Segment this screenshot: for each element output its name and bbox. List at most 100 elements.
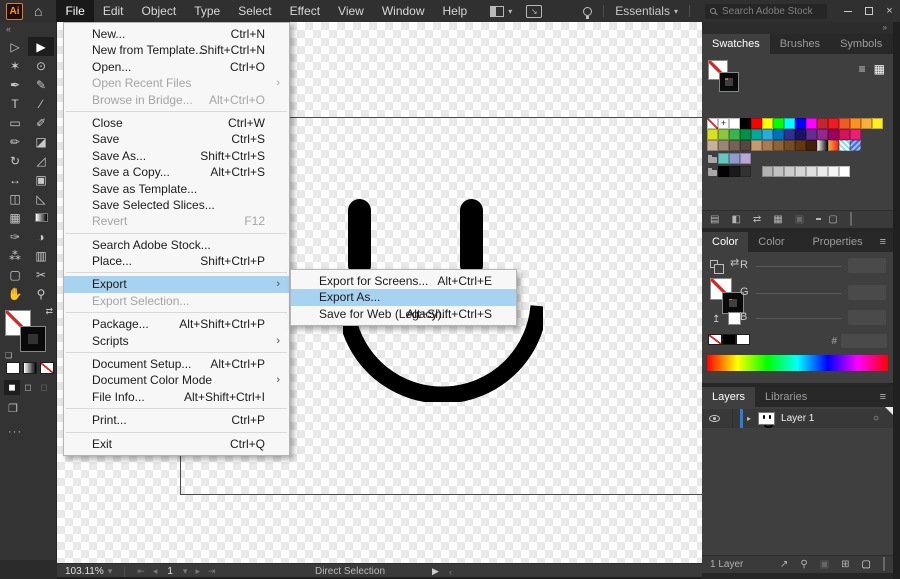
export-submenu-item-export-as[interactable]: Export As... (291, 289, 516, 305)
zoom-level[interactable]: 103.11% (65, 566, 104, 577)
symbol-sprayer-tool[interactable]: ⁂ (2, 246, 28, 265)
pen-tool[interactable]: ✒ (2, 75, 28, 94)
selection-tool[interactable]: ▷ (2, 37, 28, 56)
swatch-8e9bcb[interactable] (729, 153, 740, 164)
gradient-tool[interactable] (28, 208, 54, 227)
grid-view-icon[interactable]: ▦ (874, 62, 885, 76)
swatch-662d91[interactable] (806, 129, 817, 140)
locate-object-icon[interactable]: ⚲ (800, 556, 807, 574)
swatch-grad-bw[interactable] (817, 140, 828, 151)
file-menu-item-package[interactable]: Package...Alt+Shift+Ctrl+P (64, 316, 289, 332)
swatch-ffffff[interactable] (839, 166, 850, 177)
swatch-8cc63f[interactable] (718, 129, 729, 140)
type-tool[interactable]: T (2, 94, 28, 113)
swatch-themes-icon[interactable]: ◧ (731, 211, 740, 229)
tab-brushes[interactable]: Brushes (770, 34, 830, 54)
swatch-42210b[interactable] (806, 140, 817, 151)
swatch-ff0000[interactable] (751, 118, 762, 129)
swatch-39b54a[interactable] (729, 129, 740, 140)
swatch-ffff00[interactable] (762, 118, 773, 129)
swatch-534741[interactable] (740, 140, 751, 151)
discover-lightbulb-icon[interactable] (583, 7, 592, 16)
menubar-item-help[interactable]: Help (434, 0, 477, 22)
swatch-cccccc[interactable] (784, 166, 795, 177)
tab-libraries[interactable]: Libraries (755, 387, 817, 407)
draw-normal-icon[interactable]: ◼ (4, 380, 20, 395)
color-panel-menu-icon[interactable]: ≡ (873, 232, 893, 252)
fill-stroke-mini-icon[interactable] (710, 260, 718, 268)
hand-tool[interactable]: ✋ (2, 284, 28, 303)
red-value-field[interactable] (848, 258, 886, 273)
eraser-tool[interactable]: ◪ (28, 132, 54, 151)
swatch-c2c2c2[interactable] (773, 166, 784, 177)
scale-tool[interactable]: ◿ (28, 151, 54, 170)
status-collapse-icon[interactable]: ‹ (449, 567, 452, 577)
file-menu-item-new[interactable]: New...Ctrl+N (64, 26, 289, 42)
smiley-right-eye[interactable] (460, 199, 483, 277)
swatch-f5f5f5[interactable] (828, 166, 839, 177)
rectangle-tool[interactable]: ▭ (2, 113, 28, 132)
layers-panel-menu-icon[interactable]: ≡ (873, 387, 893, 407)
last-color-swatch[interactable] (728, 312, 741, 325)
swatch-00ffff[interactable] (784, 118, 795, 129)
file-menu-item-save-selected-slices[interactable]: Save Selected Slices... (64, 197, 289, 213)
swatch-fbb03b[interactable] (861, 118, 872, 129)
file-menu-item-file-info[interactable]: File Info...Alt+Shift+Ctrl+I (64, 389, 289, 405)
layer-target-icon[interactable]: ○ (873, 413, 879, 424)
file-menu-item-save-as[interactable]: Save As...Shift+Ctrl+S (64, 148, 289, 164)
swatch-folder[interactable] (707, 166, 718, 177)
share-document-icon[interactable]: ↘ (526, 5, 542, 18)
menubar-item-select[interactable]: Select (229, 0, 280, 22)
file-menu-item-scripts[interactable]: Scripts› (64, 333, 289, 349)
swatch-d6d6d6[interactable] (795, 166, 806, 177)
new-swatch-icon[interactable]: ▢ (828, 211, 837, 229)
swatch-603913[interactable] (795, 140, 806, 151)
file-menu-item-save-as-template[interactable]: Save as Template... (64, 181, 289, 197)
artboard-dropdown-icon[interactable]: ▾ (183, 566, 188, 577)
swatch-grad-or[interactable] (828, 140, 839, 151)
swatch-c69c6e[interactable] (751, 140, 762, 151)
swatch-folder[interactable] (707, 153, 718, 164)
red-slider[interactable] (756, 266, 842, 267)
default-fill-stroke-icon[interactable]: ❏ (5, 351, 12, 360)
layer-thumbnail[interactable] (758, 412, 775, 425)
file-menu-item-new-from-template[interactable]: New from Template...Shift+Ctrl+N (64, 42, 289, 58)
swatch-options-icon[interactable]: ⇄ (753, 211, 761, 229)
menubar-item-object[interactable]: Object (133, 0, 186, 22)
screen-mode-icon[interactable]: ❐ (8, 402, 18, 415)
swatch-754c24[interactable] (784, 140, 795, 151)
draw-behind-icon[interactable]: ◻ (20, 380, 36, 395)
previous-artboard-icon[interactable]: ◂ (153, 566, 158, 577)
black-swatch[interactable] (722, 334, 736, 345)
export-submenu-item-save-for-web-legacy[interactable]: Save for Web (Legacy)...Alt+Shift+Ctrl+S (291, 306, 516, 322)
swatch-00ff00[interactable] (773, 118, 784, 129)
file-menu-item-export[interactable]: Export› (64, 276, 289, 292)
status-options-icon[interactable]: ▶ (432, 566, 439, 577)
white-swatch[interactable] (736, 334, 750, 345)
next-artboard-icon[interactable]: ▸ (195, 566, 200, 577)
zoom-tool[interactable]: ⚲ (28, 284, 54, 303)
tab-properties[interactable]: Properties (802, 232, 872, 252)
artboard-tool[interactable]: ▢ (2, 265, 28, 284)
file-menu-item-save[interactable]: SaveCtrl+S (64, 131, 289, 147)
swatch-none[interactable] (707, 118, 718, 129)
menubar-item-view[interactable]: View (329, 0, 373, 22)
file-menu-item-document-color-mode[interactable]: Document Color Mode› (64, 372, 289, 388)
first-artboard-icon[interactable]: ⇤ (137, 566, 145, 577)
menubar-item-window[interactable]: Window (373, 0, 434, 22)
paintbrush-tool[interactable]: ✐ (28, 113, 54, 132)
shape-builder-tool[interactable]: ◫ (2, 189, 28, 208)
tab-color-guide[interactable]: Color Guide (748, 232, 802, 252)
file-menu-item-exit[interactable]: ExitCtrl+Q (64, 436, 289, 452)
file-menu-item-print[interactable]: Print...Ctrl+P (64, 412, 289, 428)
chevron-down-icon[interactable]: ▾ (674, 7, 678, 16)
blend-tool[interactable]: ◑ (28, 227, 54, 246)
swatch-00a99d[interactable] (751, 129, 762, 140)
none-swatch[interactable] (708, 334, 722, 345)
collapse-toolbar-icon[interactable]: « (0, 22, 56, 34)
visibility-eye-icon[interactable] (709, 415, 720, 422)
new-color-group-icon[interactable]: ▦ (773, 211, 782, 229)
tab-swatches[interactable]: Swatches (702, 34, 770, 54)
swatch-000000[interactable] (740, 118, 751, 129)
menubar-item-type[interactable]: Type (185, 0, 229, 22)
